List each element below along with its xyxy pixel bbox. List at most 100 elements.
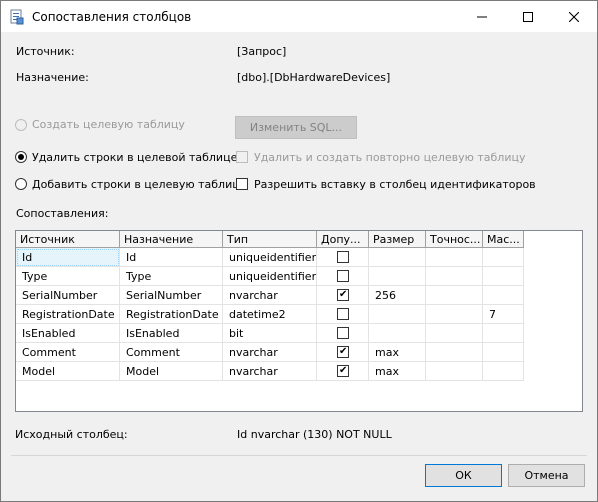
cell-type[interactable]: nvarchar xyxy=(223,362,317,381)
create-table-radio[interactable] xyxy=(15,119,27,131)
window-title: Сопоставления столбцов xyxy=(32,10,192,24)
cell-source[interactable]: Comment xyxy=(16,343,120,362)
edit-sql-button[interactable]: Изменить SQL... xyxy=(235,116,357,139)
column-mappings-dialog: Сопоставления столбцов Источник: [Запрос… xyxy=(0,0,598,502)
nullable-checkbox[interactable] xyxy=(337,251,349,263)
source-label: Источник: xyxy=(16,45,75,58)
cell-scale[interactable] xyxy=(483,324,524,343)
column-header-type[interactable]: Тип xyxy=(223,231,317,248)
maximize-button[interactable] xyxy=(505,1,551,32)
cell-nullable[interactable] xyxy=(317,324,369,343)
cell-destination-text: Model xyxy=(126,365,160,378)
cell-source[interactable]: Id xyxy=(16,248,120,267)
cell-source[interactable]: RegistrationDate xyxy=(16,305,120,324)
cell-type-text: nvarchar xyxy=(229,346,278,359)
cell-size-text: 256 xyxy=(375,289,396,302)
cell-nullable[interactable] xyxy=(317,248,369,267)
cell-scale[interactable] xyxy=(483,267,524,286)
recreate-table-checkbox[interactable] xyxy=(236,151,248,163)
cell-source[interactable]: Model xyxy=(16,362,120,381)
cell-destination[interactable]: Comment xyxy=(120,343,223,362)
cell-nullable[interactable]: ✔ xyxy=(317,362,369,381)
append-rows-radio[interactable] xyxy=(15,178,27,190)
cell-source-text: Id xyxy=(22,251,33,264)
delete-rows-label: Удалить строки в целевой таблице xyxy=(32,151,238,164)
cell-destination[interactable]: Model xyxy=(120,362,223,381)
cell-scale[interactable] xyxy=(483,286,524,305)
nullable-checkbox[interactable] xyxy=(337,308,349,320)
cell-size[interactable] xyxy=(369,267,426,286)
cell-source[interactable]: Type xyxy=(16,267,120,286)
dialog-body: Источник: [Запрос] Назначение: [dbo].[Db… xyxy=(1,32,597,501)
cell-size[interactable]: max xyxy=(369,343,426,362)
cell-scale[interactable] xyxy=(483,362,524,381)
cell-size[interactable] xyxy=(369,248,426,267)
column-header-destination[interactable]: Назначение xyxy=(120,231,223,248)
cell-size-text: max xyxy=(375,365,399,378)
checkmark-icon: ✔ xyxy=(339,365,348,376)
cell-nullable[interactable] xyxy=(317,305,369,324)
cancel-button[interactable]: Отмена xyxy=(508,464,585,487)
cell-nullable[interactable] xyxy=(317,267,369,286)
column-header-scale[interactable]: Мас... xyxy=(483,231,524,248)
cell-source[interactable]: SerialNumber xyxy=(16,286,120,305)
checkmark-icon: ✔ xyxy=(339,346,348,357)
mappings-grid[interactable]: Источник Назначение Тип Допу... Размер Т… xyxy=(15,230,583,412)
cell-scale[interactable] xyxy=(483,248,524,267)
dialog-app-icon xyxy=(10,9,24,25)
cell-source[interactable]: IsEnabled xyxy=(16,324,120,343)
cell-precision[interactable] xyxy=(426,324,483,343)
cell-precision[interactable] xyxy=(426,267,483,286)
maximize-icon xyxy=(523,11,533,22)
delete-rows-radio[interactable] xyxy=(15,151,27,163)
cell-precision[interactable] xyxy=(426,362,483,381)
cell-type-text: nvarchar xyxy=(229,289,278,302)
nullable-checkbox[interactable]: ✔ xyxy=(337,365,349,377)
cell-type-text: datetime2 xyxy=(229,308,286,321)
column-header-source[interactable]: Источник xyxy=(16,231,120,248)
cell-destination[interactable]: SerialNumber xyxy=(120,286,223,305)
append-rows-label: Добавить строки в целевую таблицу xyxy=(32,178,247,191)
destination-label: Назначение: xyxy=(16,71,89,84)
cell-type[interactable]: nvarchar xyxy=(223,286,317,305)
cell-nullable[interactable]: ✔ xyxy=(317,286,369,305)
cell-nullable[interactable]: ✔ xyxy=(317,343,369,362)
cell-type-text: bit xyxy=(229,327,244,340)
cell-destination[interactable]: Id xyxy=(120,248,223,267)
column-header-precision[interactable]: Точнос... xyxy=(426,231,483,248)
cell-precision[interactable] xyxy=(426,343,483,362)
cell-destination[interactable]: Type xyxy=(120,267,223,286)
cell-type[interactable]: uniqueidentifier xyxy=(223,248,317,267)
cell-precision[interactable] xyxy=(426,286,483,305)
cell-scale[interactable]: 7 xyxy=(483,305,524,324)
footer-divider xyxy=(11,455,587,456)
nullable-checkbox[interactable] xyxy=(337,327,349,339)
cell-type[interactable]: datetime2 xyxy=(223,305,317,324)
ok-button[interactable]: ОК xyxy=(425,464,502,487)
close-button[interactable] xyxy=(551,1,597,32)
cell-size[interactable] xyxy=(369,324,426,343)
nullable-checkbox[interactable] xyxy=(337,270,349,282)
minimize-button[interactable] xyxy=(459,1,505,32)
identity-insert-checkbox[interactable] xyxy=(236,178,248,190)
cell-type[interactable]: nvarchar xyxy=(223,343,317,362)
cell-source-text: Comment xyxy=(22,346,76,359)
cell-destination[interactable]: RegistrationDate xyxy=(120,305,223,324)
cell-scale[interactable] xyxy=(483,343,524,362)
cell-destination[interactable]: IsEnabled xyxy=(120,324,223,343)
nullable-checkbox[interactable]: ✔ xyxy=(337,289,349,301)
column-header-nullable[interactable]: Допу... xyxy=(317,231,369,248)
cell-size[interactable]: max xyxy=(369,362,426,381)
nullable-checkbox[interactable]: ✔ xyxy=(337,346,349,358)
cell-size[interactable]: 256 xyxy=(369,286,426,305)
column-header-size[interactable]: Размер xyxy=(369,231,426,248)
title-bar[interactable]: Сопоставления столбцов xyxy=(1,1,597,32)
cell-precision[interactable] xyxy=(426,305,483,324)
cell-type[interactable]: bit xyxy=(223,324,317,343)
cell-type[interactable]: uniqueidentifier xyxy=(223,267,317,286)
cell-precision[interactable] xyxy=(426,248,483,267)
source-column-value: Id nvarchar (130) NOT NULL xyxy=(237,428,392,441)
cell-source-text: RegistrationDate xyxy=(22,308,115,321)
cell-size[interactable] xyxy=(369,305,426,324)
create-table-label: Создать целевую таблицу xyxy=(32,118,185,131)
